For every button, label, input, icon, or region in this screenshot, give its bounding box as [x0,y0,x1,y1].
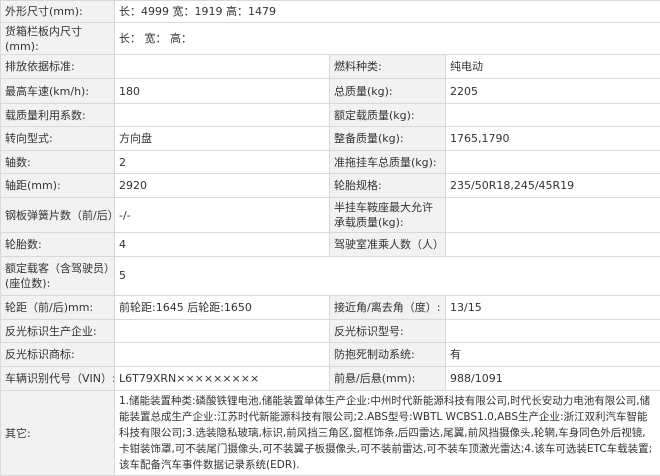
value-overhang: 988/1091 [445,365,660,392]
label-approach-departure: 接近角/离去角（度）: [329,294,446,320]
label-max-speed: 最高车速(km/h): [0,78,115,104]
row-cargo-box: 货箱栏板内尺寸(mm): 长： 宽： 高： [0,22,660,56]
label-fuel-type: 燃料种类: [329,54,446,80]
label-rated-load: 额定载质量(kg): [329,102,446,128]
value-max-speed: 180 [114,78,330,104]
label-steering-type: 转向型式: [0,126,115,151]
value-track-width: 前轮距:1645 后轮距:1650 [114,294,330,320]
label-cargo-box: 货箱栏板内尺寸(mm): [0,22,115,56]
label-total-mass: 总质量(kg): [329,78,446,104]
row-tires: 轮胎数: 4 驾驶室准乘人数（人）: [0,232,660,257]
row-wheelbase: 轴距(mm): 2920 轮胎规格: 235/50R18,245/45R19 [0,173,660,198]
label-track-width: 轮距（前/后)mm: [0,294,115,320]
row-reflective-company: 反光标识生产企业: 反光标识型号: [0,318,660,344]
label-reflective-model: 反光标识型号: [329,318,446,344]
value-rated-seats: 5 [114,255,660,296]
value-total-mass: 2205 [445,78,660,104]
value-load-utilization [114,102,330,128]
label-reflective-manufacturer: 反光标识生产企业: [0,318,115,344]
label-curb-mass: 整备质量(kg): [329,126,446,151]
row-load: 载质量利用系数: 额定载质量(kg): [0,102,660,128]
vehicle-spec-table: 外形尺寸(mm): 长：4999 宽：1919 高：1479 货箱栏板内尺寸(m… [0,0,660,476]
value-cab-passengers [445,232,660,257]
label-other: 其它: [0,390,115,476]
value-approach-departure: 13/15 [445,294,660,320]
label-tire-spec: 轮胎规格: [329,173,446,198]
row-vin: 车辆识别代号（VIN）: L6T79XRN××××××××× 前悬/后悬(mm)… [0,365,660,392]
label-tire-count: 轮胎数: [0,232,115,257]
label-cab-passengers: 驾驶室准乘人数（人）: [329,232,446,257]
row-track: 轮距（前/后)mm: 前轮距:1645 后轮距:1650 接近角/离去角（度）:… [0,294,660,320]
value-rated-load [445,102,660,128]
label-axle-count: 轴数: [0,149,115,175]
value-other: 1.储能装置种类:磷酸铁锂电池,储能装置单体生产企业:中州时代新能源科技有限公司… [114,390,660,476]
value-abs: 有 [445,342,660,367]
value-reflective-model [445,318,660,344]
value-tire-count: 4 [114,232,330,257]
label-emission-standard: 排放依据标准: [0,54,115,80]
value-saddle-load [445,196,660,234]
label-abs: 防抱死制动系统: [329,342,446,367]
row-dimensions: 外形尺寸(mm): 长：4999 宽：1919 高：1479 [0,0,660,24]
row-reflective-brand: 反光标识商标: 防抱死制动系统: 有 [0,342,660,367]
value-curb-mass: 1765,1790 [445,126,660,151]
value-cargo-box: 长： 宽： 高： [114,22,660,56]
row-axles: 轴数: 2 准拖挂车总质量(kg): [0,149,660,175]
row-other: 其它: 1.储能装置种类:磷酸铁锂电池,储能装置单体生产企业:中州时代新能源科技… [0,390,660,476]
label-reflective-brand: 反光标识商标: [0,342,115,367]
label-load-utilization: 载质量利用系数: [0,102,115,128]
label-leaf-springs: 钢板弹簧片数（前/后）: [0,196,115,234]
row-steering: 转向型式: 方向盘 整备质量(kg): 1765,1790 [0,126,660,151]
value-steering-type: 方向盘 [114,126,330,151]
value-wheelbase: 2920 [114,173,330,198]
label-wheelbase: 轴距(mm): [0,173,115,198]
row-springs: 钢板弹簧片数（前/后）: -/- 半挂车鞍座最大允许承载质量(kg): [0,196,660,234]
label-overhang: 前悬/后悬(mm): [329,365,446,392]
row-seats: 额定载客（含驾驶员）(座位数): 5 [0,255,660,296]
value-tire-spec: 235/50R18,245/45R19 [445,173,660,198]
label-dimensions: 外形尺寸(mm): [0,0,115,24]
label-saddle-load: 半挂车鞍座最大允许承载质量(kg): [329,196,446,234]
value-vin: L6T79XRN××××××××× [114,365,330,392]
value-trailer-mass [445,149,660,175]
value-dimensions: 长：4999 宽：1919 高：1479 [114,0,660,24]
row-emission-fuel: 排放依据标准: 燃料种类: 纯电动 [0,54,660,80]
value-axle-count: 2 [114,149,330,175]
value-emission-standard [114,54,330,80]
value-reflective-brand [114,342,330,367]
value-fuel-type: 纯电动 [445,54,660,80]
value-leaf-springs: -/- [114,196,330,234]
label-trailer-mass: 准拖挂车总质量(kg): [329,149,446,175]
value-reflective-manufacturer [114,318,330,344]
label-rated-seats: 额定载客（含驾驶员）(座位数): [0,255,115,296]
label-vin: 车辆识别代号（VIN）: [0,365,115,392]
row-speed-mass: 最高车速(km/h): 180 总质量(kg): 2205 [0,78,660,104]
